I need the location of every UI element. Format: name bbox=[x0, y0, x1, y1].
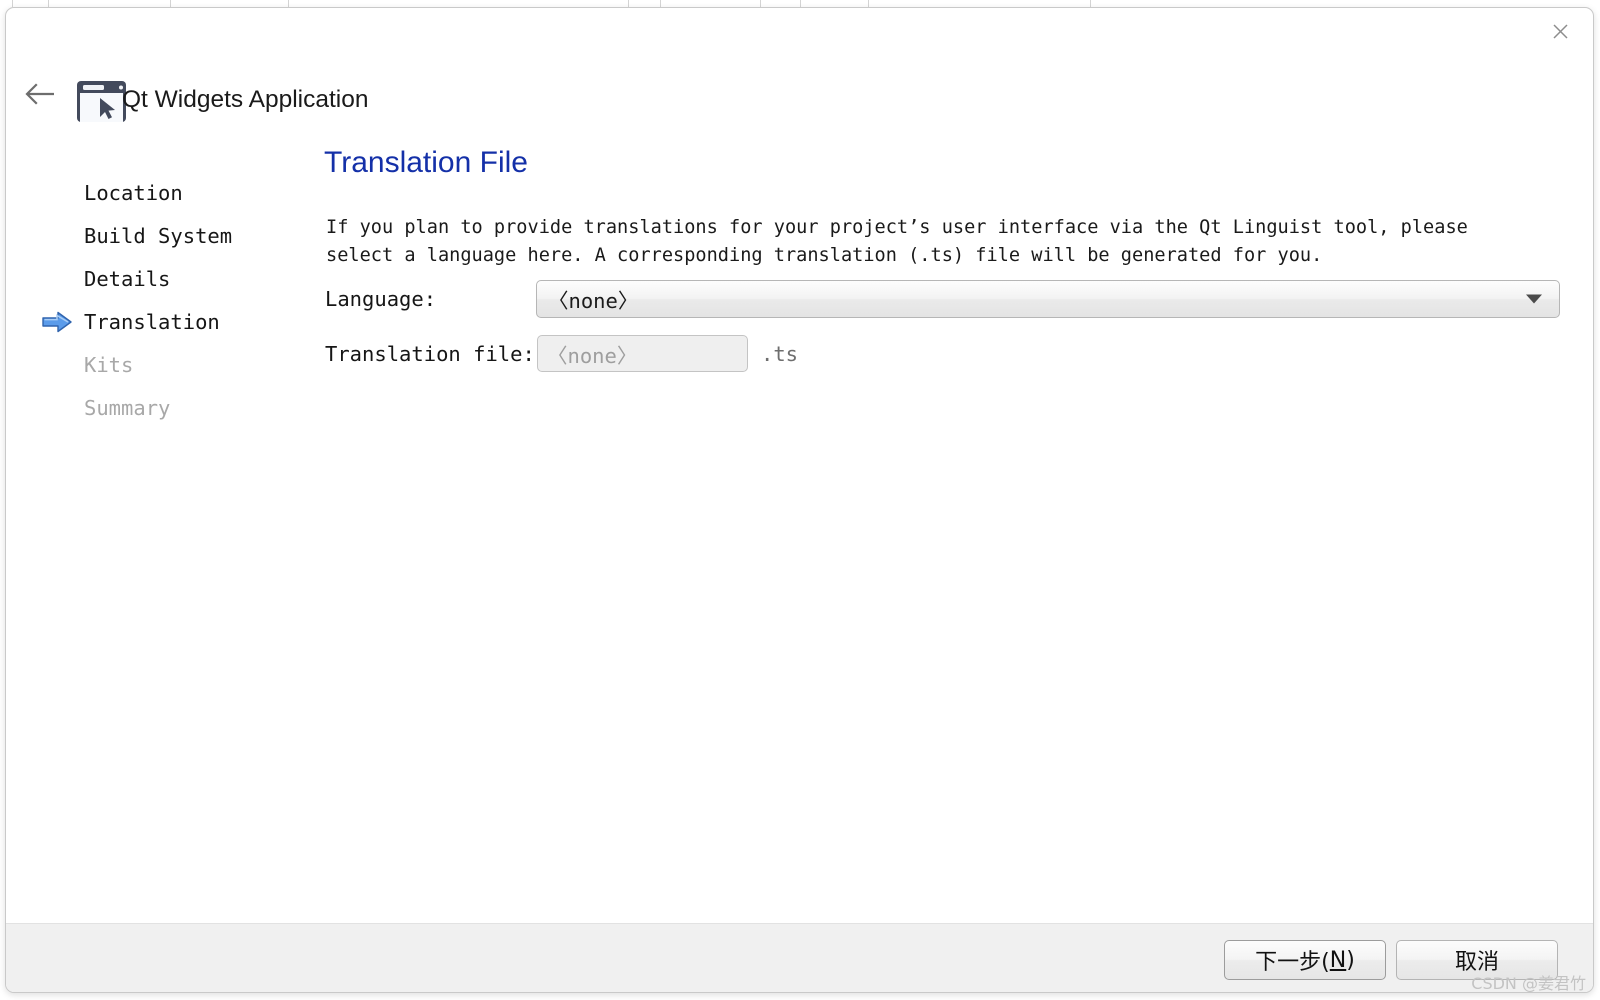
page-title: Translation File bbox=[324, 146, 528, 179]
bg-tick bbox=[800, 0, 801, 7]
bg-tick bbox=[12, 0, 13, 7]
sidebar-item-kits: Kits bbox=[6, 343, 306, 386]
back-arrow-icon[interactable] bbox=[17, 72, 61, 116]
language-label: Language: bbox=[325, 287, 437, 311]
sidebar-item-label: Build System bbox=[84, 223, 233, 248]
cancel-button[interactable]: 取消 bbox=[1396, 940, 1558, 980]
sidebar-item-translation[interactable]: Translation bbox=[6, 300, 306, 343]
dialog-titlebar bbox=[6, 8, 1593, 54]
current-step-arrow-icon bbox=[42, 182, 72, 204]
current-step-arrow-icon bbox=[42, 311, 72, 333]
sidebar-item-label: Kits bbox=[84, 352, 134, 377]
next-button-label-tail: ) bbox=[1346, 947, 1355, 973]
dialog-footer: 下一步(N) 取消 bbox=[6, 923, 1593, 992]
sidebar-item-summary: Summary bbox=[6, 386, 306, 429]
sidebar-item-label: Location bbox=[84, 180, 183, 205]
translation-file-label: Translation file: bbox=[325, 342, 535, 366]
next-button-accelerator: N bbox=[1329, 947, 1347, 973]
sidebar-item-location[interactable]: Location bbox=[6, 171, 306, 214]
sidebar-item-label: Details bbox=[84, 266, 171, 291]
bg-tick bbox=[288, 0, 289, 7]
bg-tick bbox=[868, 0, 869, 7]
sidebar-item-label: Summary bbox=[84, 395, 171, 420]
close-icon[interactable] bbox=[1546, 17, 1574, 45]
chevron-down-icon bbox=[1526, 294, 1542, 304]
new-project-wizard-dialog: Qt Widgets Application Location Build Sy… bbox=[5, 7, 1594, 993]
language-selected-value: 〈none〉 bbox=[548, 289, 639, 313]
app-title: Qt Widgets Application bbox=[122, 86, 369, 113]
sidebar-item-label: Translation bbox=[84, 309, 220, 334]
page-description: If you plan to provide translations for … bbox=[326, 217, 1480, 266]
translation-file-placeholder: 〈none〉 bbox=[547, 343, 638, 368]
sidebar-item-build-system[interactable]: Build System bbox=[6, 214, 306, 257]
cancel-button-label: 取消 bbox=[1454, 950, 1499, 975]
wizard-step-nav: Location Build System Details Translatio… bbox=[6, 171, 306, 429]
bg-tick bbox=[660, 0, 661, 7]
translation-file-input[interactable]: 〈none〉 bbox=[537, 335, 748, 372]
sidebar-item-details[interactable]: Details bbox=[6, 257, 306, 300]
bg-tick bbox=[760, 0, 761, 7]
bg-tick bbox=[48, 0, 49, 7]
bg-tick bbox=[628, 0, 629, 7]
bg-tick bbox=[170, 0, 171, 7]
translation-file-suffix: .ts bbox=[761, 342, 799, 366]
dialog-header: Qt Widgets Application bbox=[6, 66, 1593, 128]
language-select[interactable]: 〈none〉 bbox=[536, 280, 1560, 318]
bg-tick bbox=[1090, 0, 1091, 7]
next-button-label: 下一步( bbox=[1255, 950, 1330, 975]
next-button[interactable]: 下一步(N) bbox=[1224, 940, 1386, 980]
